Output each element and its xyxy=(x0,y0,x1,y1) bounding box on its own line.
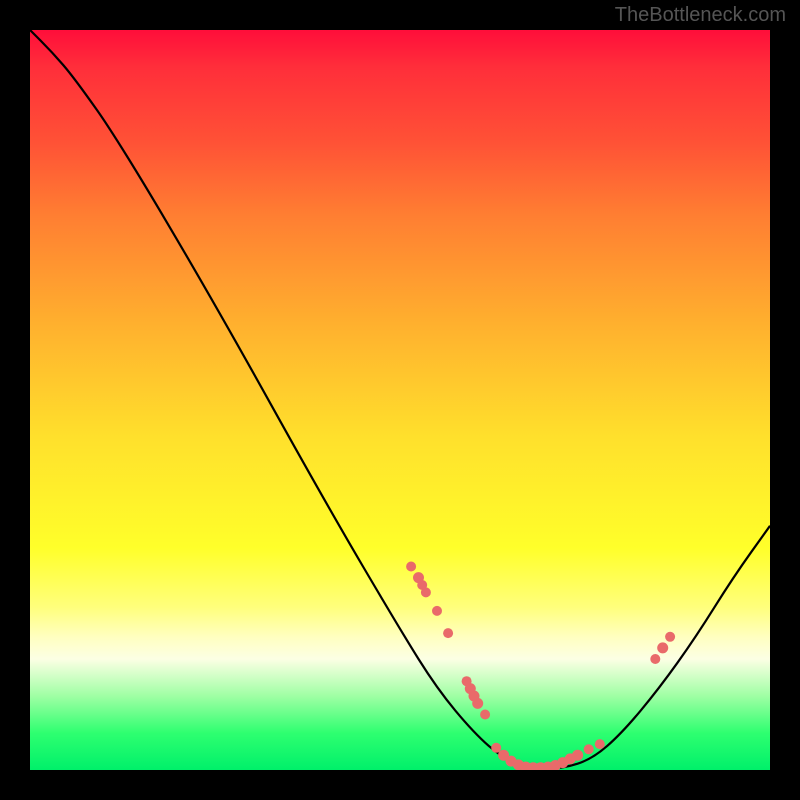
chart-svg xyxy=(30,30,770,770)
data-point xyxy=(432,606,442,616)
data-point xyxy=(584,744,594,754)
data-point xyxy=(650,654,660,664)
chart-plot-area xyxy=(30,30,770,770)
data-point xyxy=(421,587,431,597)
data-point xyxy=(472,698,483,709)
data-point xyxy=(657,642,668,653)
data-point xyxy=(572,750,583,761)
data-point xyxy=(595,739,605,749)
data-point xyxy=(406,562,416,572)
data-point xyxy=(443,628,453,638)
watermark-text: TheBottleneck.com xyxy=(615,4,786,27)
data-point xyxy=(665,632,675,642)
data-point xyxy=(480,710,490,720)
data-point-clusters xyxy=(406,562,675,771)
data-point xyxy=(491,743,501,753)
